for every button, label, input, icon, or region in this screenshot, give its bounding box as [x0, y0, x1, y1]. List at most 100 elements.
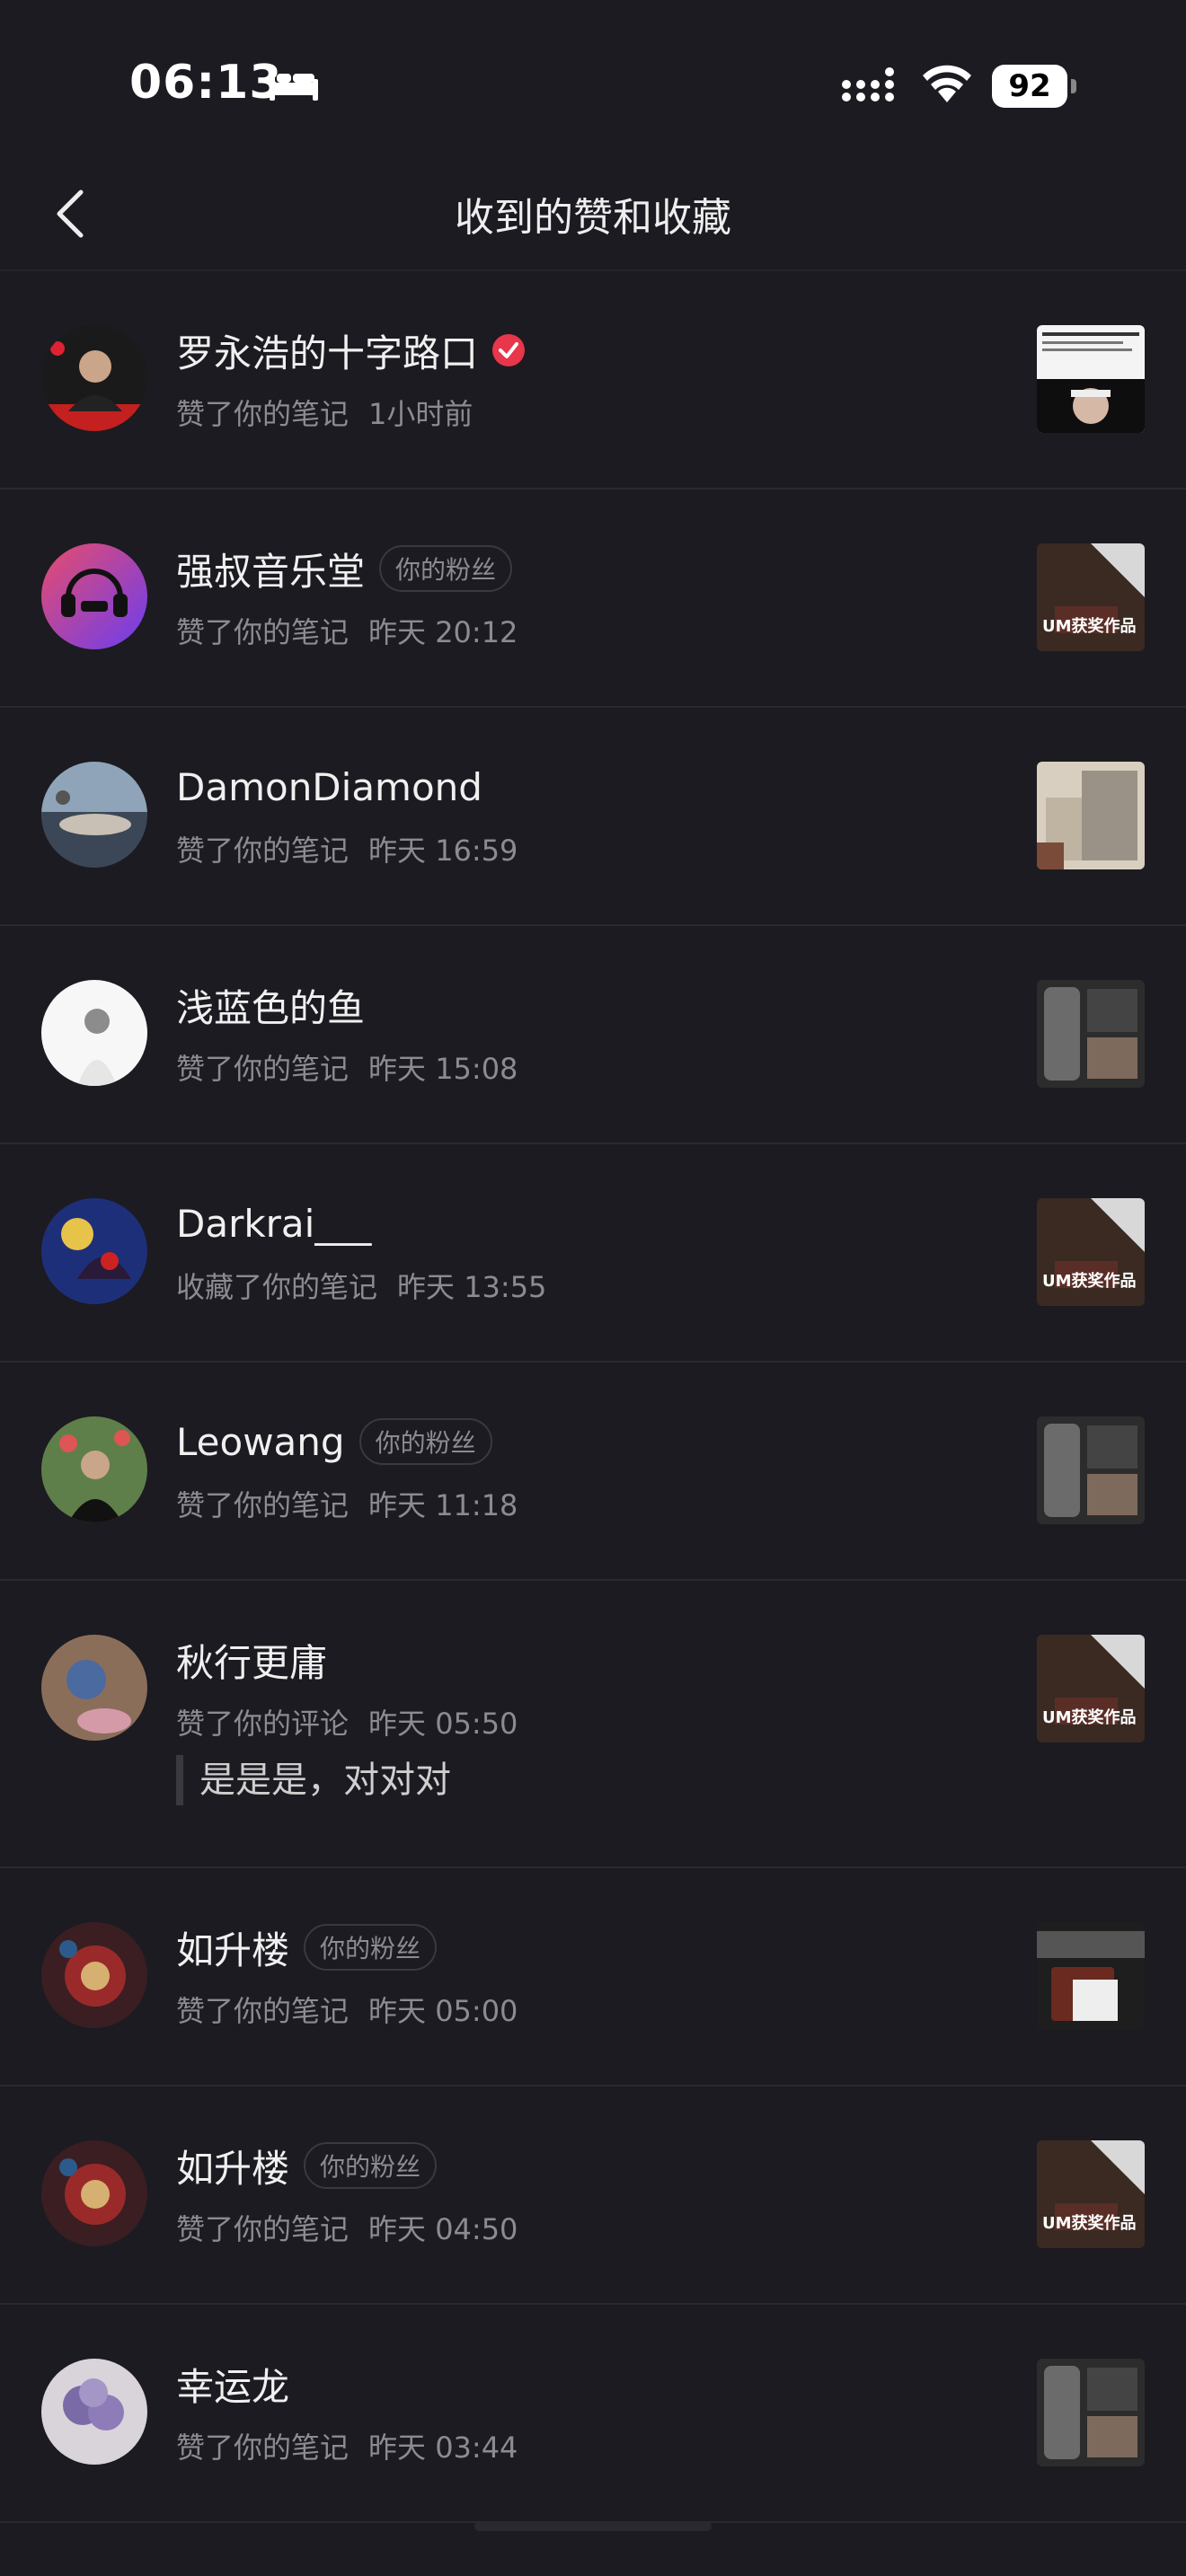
avatar[interactable]	[41, 543, 147, 649]
notification-list: 罗永浩的十字路口 赞了你的笔记 1小时前 强叔音乐堂 你的粉丝 赞了你的笔记 昨…	[0, 271, 1186, 2523]
thumbnail-caption: UM获奖作品	[1042, 617, 1137, 636]
verified-badge-icon	[492, 334, 526, 366]
avatar[interactable]	[41, 1922, 147, 2028]
name-row: 如升楼 你的粉丝	[176, 2139, 438, 2193]
user-name[interactable]: 幸运龙	[176, 2357, 289, 2412]
timestamp: 昨天 13:55	[397, 1270, 547, 1304]
action-line: 赞了你的笔记 昨天 20:12	[176, 610, 518, 651]
name-row: 幸运龙	[176, 2357, 289, 2411]
user-name[interactable]: 如升楼	[176, 1920, 289, 1975]
user-name[interactable]: 浅蓝色的鱼	[176, 978, 365, 1033]
action-text: 赞了你的笔记	[176, 834, 350, 868]
action-line: 赞了你的笔记 昨天 05:00	[176, 1989, 518, 2030]
avatar[interactable]	[41, 980, 147, 1086]
avatar[interactable]	[41, 325, 147, 431]
action-text: 赞了你的笔记	[176, 1052, 350, 1086]
timestamp: 昨天 16:59	[368, 834, 518, 868]
wifi-icon	[923, 65, 971, 102]
list-item[interactable]: 如升楼 你的粉丝 赞了你的笔记 昨天 05:00	[0, 1868, 1186, 2086]
note-thumbnail[interactable]	[1037, 762, 1145, 869]
action-line: 收藏了你的笔记 昨天 13:55	[176, 1265, 546, 1306]
list-item[interactable]: 浅蓝色的鱼 赞了你的笔记 昨天 15:08	[0, 926, 1186, 1144]
action-line: 赞了你的笔记 昨天 04:50	[176, 2207, 518, 2248]
user-name[interactable]: Darkrai___	[176, 1202, 371, 1246]
user-name[interactable]: 如升楼	[176, 2139, 289, 2193]
action-text: 收藏了你的笔记	[176, 1270, 378, 1304]
fan-badge: 你的粉丝	[304, 1924, 438, 1971]
list-item[interactable]: 强叔音乐堂 你的粉丝 赞了你的笔记 昨天 20:12 UM获奖作品	[0, 490, 1186, 708]
timestamp: 昨天 15:08	[368, 1052, 518, 1086]
note-thumbnail[interactable]	[1037, 980, 1145, 1088]
action-line: 赞了你的笔记 昨天 16:59	[176, 828, 518, 869]
note-thumbnail[interactable]	[1037, 1922, 1145, 2030]
action-text: 赞了你的笔记	[176, 615, 350, 649]
note-thumbnail[interactable]: UM获奖作品	[1037, 543, 1145, 651]
battery-indicator: 92	[992, 65, 1078, 108]
status-time: 06:13	[129, 56, 283, 110]
note-thumbnail[interactable]	[1037, 2359, 1145, 2466]
timestamp: 昨天 05:00	[368, 1994, 518, 2028]
list-item[interactable]: Leowang 你的粉丝 赞了你的笔记 昨天 11:18	[0, 1363, 1186, 1581]
action-text: 赞了你的笔记	[176, 2430, 350, 2465]
action-line: 赞了你的笔记 昨天 03:44	[176, 2425, 518, 2466]
action-line: 赞了你的笔记 昨天 11:18	[176, 1483, 518, 1524]
timestamp: 1小时前	[368, 397, 474, 431]
thumbnail-caption: UM获奖作品	[1042, 2214, 1137, 2233]
home-indicator[interactable]	[474, 2522, 712, 2531]
comment-quote[interactable]: 是是是，对对对	[176, 1755, 451, 1805]
timestamp: 昨天 20:12	[368, 615, 518, 649]
timestamp: 昨天 11:18	[368, 1488, 518, 1522]
action-line: 赞了你的笔记 1小时前	[176, 392, 473, 433]
name-row: Leowang 你的粉丝	[176, 1415, 492, 1469]
fan-badge: 你的粉丝	[358, 1418, 492, 1465]
action-line: 赞了你的笔记 昨天 15:08	[176, 1046, 518, 1088]
thumbnail-caption: UM获奖作品	[1042, 1708, 1137, 1727]
user-name[interactable]: 罗永浩的十字路口	[176, 323, 478, 378]
list-item[interactable]: 罗永浩的十字路口 赞了你的笔记 1小时前	[0, 271, 1186, 490]
list-item[interactable]: 如升楼 你的粉丝 赞了你的笔记 昨天 04:50 UM获奖作品	[0, 2086, 1186, 2305]
action-line: 赞了你的评论 昨天 05:50	[176, 1701, 518, 1742]
note-thumbnail[interactable]	[1037, 325, 1145, 433]
name-row: 强叔音乐堂 你的粉丝	[176, 542, 513, 596]
list-item[interactable]: DamonDiamond 赞了你的笔记 昨天 16:59	[0, 708, 1186, 926]
action-text: 赞了你的笔记	[176, 1994, 350, 2028]
battery-level: 92	[1008, 68, 1051, 104]
avatar[interactable]	[41, 1198, 147, 1304]
action-text: 赞了你的笔记	[176, 397, 350, 431]
thumbnail-caption: UM获奖作品	[1042, 1272, 1137, 1291]
user-name[interactable]: DamonDiamond	[176, 765, 482, 809]
avatar[interactable]	[41, 2359, 147, 2465]
avatar[interactable]	[41, 762, 147, 868]
avatar[interactable]	[41, 1416, 147, 1522]
action-text: 赞了你的笔记	[176, 1488, 350, 1522]
status-bar: 06:13 92	[0, 0, 1186, 144]
cellular-signal-icon	[842, 67, 894, 101]
action-text: 赞了你的评论	[176, 1707, 350, 1741]
timestamp: 昨天 05:50	[368, 1707, 518, 1741]
list-item[interactable]: 幸运龙 赞了你的笔记 昨天 03:44	[0, 2305, 1186, 2523]
avatar[interactable]	[41, 1635, 147, 1741]
timestamp: 昨天 03:44	[368, 2430, 518, 2465]
name-row: 浅蓝色的鱼	[176, 978, 365, 1032]
user-name[interactable]: 强叔音乐堂	[176, 542, 365, 596]
note-thumbnail[interactable]: UM获奖作品	[1037, 2140, 1145, 2248]
note-thumbnail[interactable]: UM获奖作品	[1037, 1198, 1145, 1306]
note-thumbnail[interactable]	[1037, 1416, 1145, 1524]
timestamp: 昨天 04:50	[368, 2212, 518, 2246]
note-thumbnail[interactable]: UM获奖作品	[1037, 1635, 1145, 1742]
name-row: 如升楼 你的粉丝	[176, 1920, 438, 1975]
battery-tip	[1071, 79, 1076, 93]
action-text: 赞了你的笔记	[176, 2212, 350, 2246]
fan-badge: 你的粉丝	[379, 545, 513, 592]
list-item[interactable]: Darkrai___ 收藏了你的笔记 昨天 13:55 UM获奖作品	[0, 1144, 1186, 1363]
user-name[interactable]: Leowang	[176, 1420, 345, 1464]
name-row: 秋行更庸	[176, 1633, 327, 1687]
name-row: Darkrai___	[176, 1196, 371, 1250]
name-row: DamonDiamond	[176, 760, 482, 814]
fan-badge: 你的粉丝	[304, 2142, 438, 2189]
page-title: 收到的赞和收藏	[455, 195, 731, 241]
sleep-mode-icon	[270, 72, 318, 101]
user-name[interactable]: 秋行更庸	[176, 1633, 327, 1688]
avatar[interactable]	[41, 2140, 147, 2246]
list-item[interactable]: 秋行更庸 赞了你的评论 昨天 05:50 是是是，对对对 UM获奖作品	[0, 1581, 1186, 1868]
